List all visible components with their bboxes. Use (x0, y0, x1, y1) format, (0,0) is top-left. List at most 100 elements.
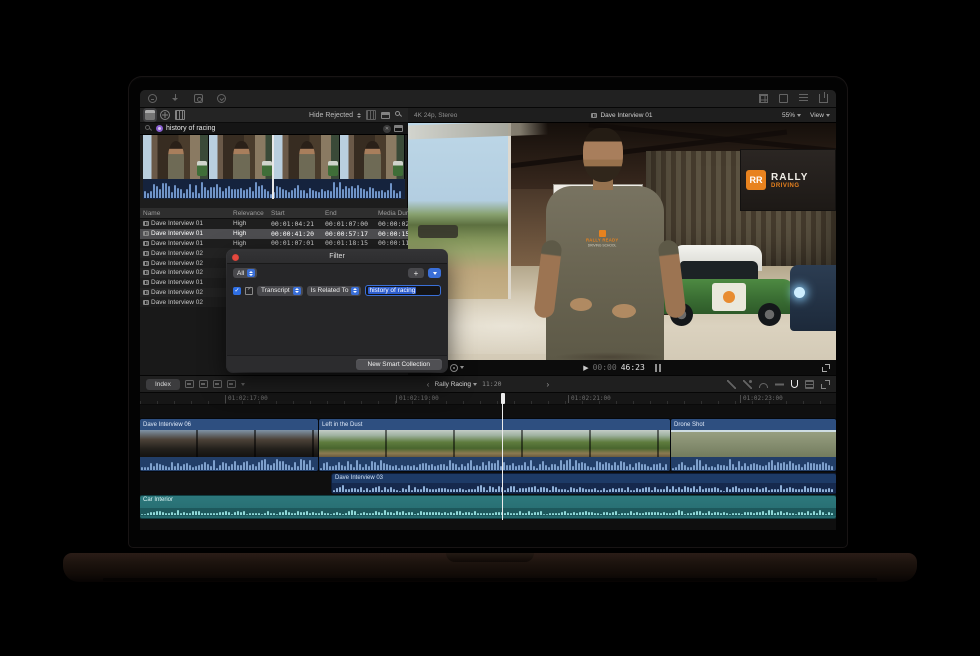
project-name: Rally Racing (434, 381, 471, 388)
append-edit-icon[interactable] (213, 380, 222, 388)
browser-layout-icon[interactable] (759, 94, 768, 103)
scope-value: All (237, 270, 244, 277)
audio-skimming-icon[interactable] (743, 380, 752, 389)
filmstrip-frame (209, 135, 275, 179)
tools-popup-icon[interactable] (241, 383, 245, 386)
connect-edit-icon[interactable] (185, 380, 194, 388)
column-start[interactable]: Start (268, 210, 322, 217)
add-rule-popup-icon[interactable] (428, 268, 441, 278)
filmstrip-frame (274, 135, 340, 179)
project-popup[interactable]: Rally Racing (434, 381, 477, 388)
filter-window-icon[interactable] (394, 125, 403, 132)
smart-collection-icon (156, 125, 163, 132)
rule-operator-popup[interactable]: Is Related To (307, 286, 362, 296)
pause-bars-icon[interactable] (655, 364, 661, 372)
timeline-clip-left-in-the-dust[interactable]: Left in the Dust (319, 419, 670, 471)
clip-icon (143, 290, 149, 295)
timeline-toolbar: Index ‹ Rally Racing 11:20 › (140, 376, 836, 393)
connected-clip-waveform (332, 483, 836, 493)
overwrite-edit-icon[interactable] (227, 380, 236, 388)
audio-clip-car-interior[interactable]: Car Interior (140, 496, 836, 518)
table-header[interactable]: Name Relevance Start End Media Duration (140, 208, 408, 219)
close-icon[interactable] (232, 254, 239, 261)
index-button[interactable]: Index (146, 379, 180, 390)
column-name[interactable]: Name (140, 210, 230, 217)
keyword-editor-icon[interactable] (194, 94, 203, 103)
rule-checkbox[interactable]: ✓ (233, 287, 241, 295)
new-smart-collection-button[interactable]: New Smart Collection (356, 359, 443, 370)
clip-appearance-icon[interactable] (805, 380, 814, 389)
clip-icon (143, 270, 149, 275)
column-end[interactable]: End (322, 210, 375, 217)
filter-dialog-titlebar[interactable]: Filter (227, 250, 447, 264)
viewer-panel: 4K 24p, Stereo Dave Interview 01 55% Vie… (408, 108, 836, 375)
previous-project-icon[interactable]: ‹ (427, 380, 430, 389)
shirt-line2: DRIVING SCHOOL (588, 244, 617, 247)
start-cell: 00:01:04:21 (268, 220, 322, 228)
rule-value-input[interactable]: history of racing (365, 285, 441, 296)
rule-field-popup[interactable]: Transcript (257, 286, 303, 296)
table-row[interactable]: Dave Interview 01 High 00:01:04:21 00:01… (140, 219, 408, 229)
viewer-clip-title: Dave Interview 01 (600, 112, 652, 119)
next-project-icon[interactable]: › (547, 380, 550, 389)
filter-rule-row: ✓ Transcript Is Related To history of ra… (233, 284, 441, 297)
end-cell: 00:01:07:00 (322, 220, 375, 228)
duration-cell: 00:00:11:14 (375, 239, 408, 247)
snapping-icon[interactable] (791, 380, 798, 388)
timeline-tracks: Dave Interview 06 Left in the Dust Drone… (140, 405, 836, 530)
clip-filmstrip[interactable] (143, 135, 405, 199)
clip-name: Dave Interview 02 (151, 250, 203, 257)
table-row[interactable]: Dave Interview 01 High 00:01:07:01 00:01… (140, 239, 408, 249)
duration-slider-icon[interactable] (381, 112, 390, 119)
clip-thumbnails (140, 430, 318, 457)
clip-name: Dave Interview 01 (151, 240, 203, 247)
timeline-clip-dave-interview[interactable]: Dave Interview 06 (140, 419, 318, 471)
download-icon[interactable] (171, 94, 180, 103)
scope-popup[interactable]: All (233, 268, 257, 278)
man-torso (546, 186, 664, 360)
browser-film-icon[interactable] (175, 110, 185, 120)
clip-audio-waveform (671, 457, 836, 471)
search-icon[interactable] (395, 111, 403, 119)
clear-search-icon[interactable]: ✕ (383, 125, 391, 133)
play-icon[interactable]: ▶ (583, 364, 588, 372)
clip-thumbnails (319, 430, 670, 457)
column-media-duration[interactable]: Media Duration (375, 210, 408, 217)
add-rule-button[interactable]: + (408, 268, 424, 278)
solo-icon[interactable] (759, 383, 768, 388)
table-row-selected[interactable]: Dave Interview 01 High 00:00:41:20 00:00… (140, 229, 408, 239)
clip-name: Dave Interview 01 (151, 230, 203, 237)
background-tasks-icon[interactable] (217, 94, 226, 103)
clip-height-icon[interactable] (366, 110, 376, 120)
connected-audio-clip[interactable]: Dave Interview 03 (332, 474, 836, 493)
search-field[interactable]: history of racing ✕ (140, 123, 408, 135)
filmstrip-audio-waveform (143, 179, 405, 199)
share-icon[interactable] (819, 94, 828, 103)
app-toolbar (140, 90, 836, 108)
clip-audio-waveform (140, 457, 318, 471)
column-relevance[interactable]: Relevance (230, 210, 268, 217)
rule-value-text: history of racing (368, 287, 416, 294)
viewer-fullscreen-icon[interactable] (822, 364, 830, 372)
viewer-layout-icon[interactable] (779, 94, 788, 103)
insert-edit-icon[interactable] (199, 380, 208, 388)
timeline-clip-drone-shot[interactable]: Drone Shot (671, 419, 836, 471)
clip-icon (143, 241, 149, 246)
media-import-icon[interactable] (148, 94, 157, 103)
inspector-layout-icon[interactable] (799, 94, 808, 103)
timeline-fullscreen-icon[interactable] (821, 380, 830, 389)
skimming-icon[interactable] (727, 380, 736, 389)
clip-name: Dave Interview 02 (151, 289, 203, 296)
trim-icon[interactable] (775, 380, 784, 389)
viewer-transport-bar: ▶ 00:00 46:23 (408, 360, 836, 375)
duration-cell: 00:00:02:03 (375, 220, 408, 228)
project-duration: 11:20 (482, 380, 502, 388)
clip-filmstrip-view-icon[interactable] (145, 110, 155, 120)
timeline-ruler[interactable]: 01:02:17:00 01:02:19:00 01:02:21:00 01:0… (140, 393, 836, 405)
playhead[interactable] (502, 393, 503, 520)
browser-media-icon[interactable] (160, 110, 170, 120)
start-cell: 00:00:41:20 (268, 230, 322, 238)
video-frame[interactable]: RR RALLY DRIVING RALLY READY DRI (408, 123, 836, 360)
hide-rejected-popup[interactable]: Hide Rejected (309, 112, 361, 119)
shirt-line1: RALLY READY (586, 239, 618, 243)
